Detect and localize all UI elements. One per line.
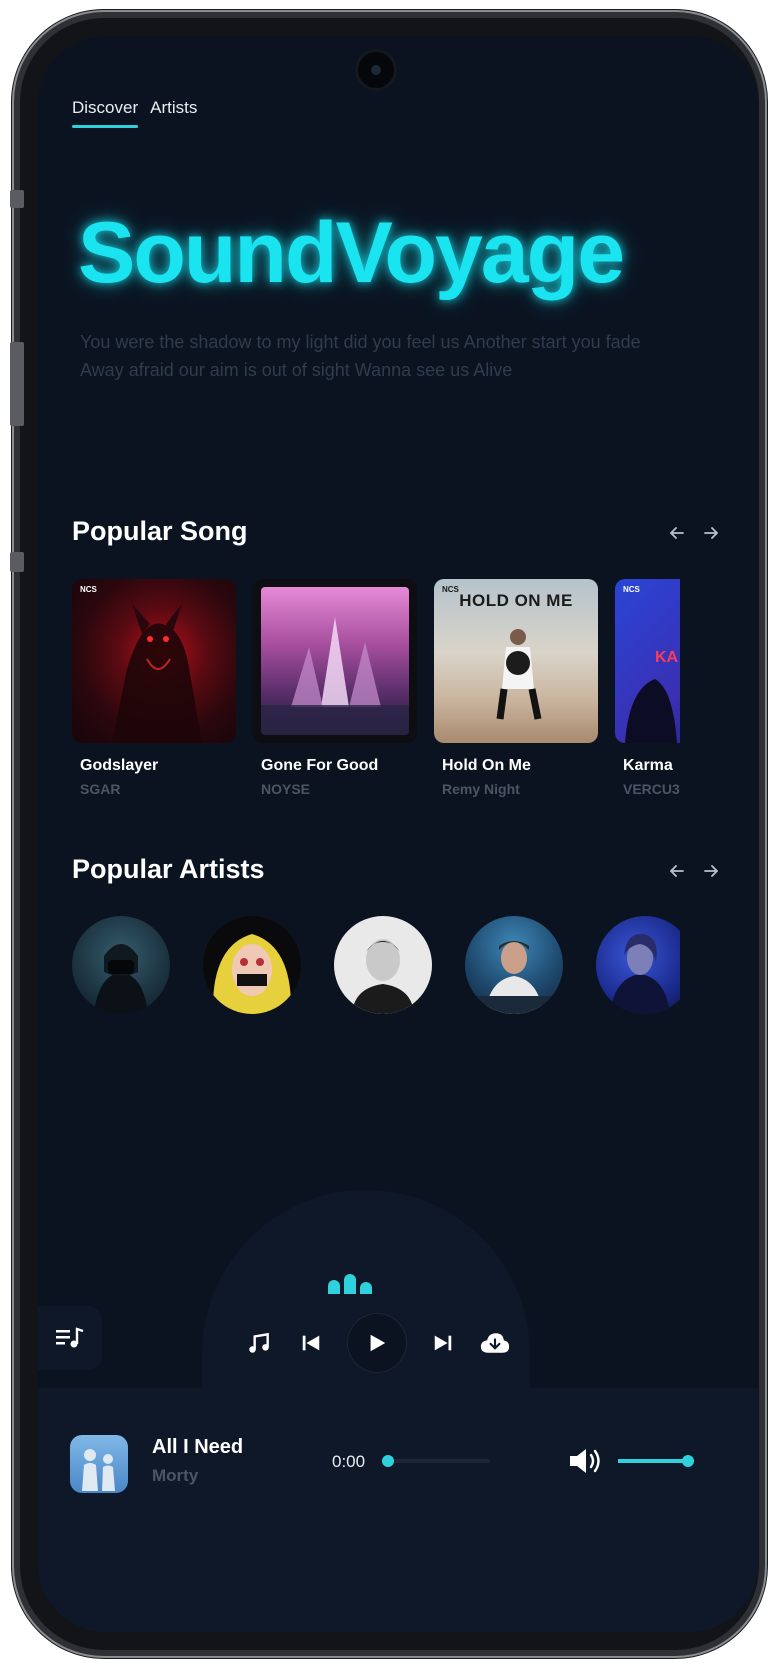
top-tabs: Discover Artists bbox=[72, 98, 197, 128]
tab-discover[interactable]: Discover bbox=[72, 98, 139, 128]
song-cover-art bbox=[261, 587, 409, 735]
phone-side-button bbox=[10, 552, 24, 572]
now-playing-title: All I Need bbox=[152, 1436, 244, 1458]
artist-avatar[interactable] bbox=[72, 916, 170, 1014]
popular-songs-carousel: NCS Godslayer SGAR Gone For Good NOYSE N… bbox=[72, 579, 680, 819]
music-note-icon bbox=[249, 1332, 269, 1353]
song-title: Gone For Good bbox=[261, 757, 379, 774]
artist-avatar[interactable] bbox=[465, 916, 563, 1014]
playback-time: 0:00 bbox=[332, 1452, 366, 1471]
song-carousel-arrows bbox=[670, 526, 718, 540]
front-camera bbox=[358, 52, 394, 88]
download-button[interactable] bbox=[480, 1328, 510, 1358]
app-screen: Discover Artists SoundVoyage You were th… bbox=[38, 36, 758, 1632]
figure-artwork bbox=[625, 679, 677, 743]
skip-next-icon bbox=[434, 1335, 452, 1351]
eq-bar bbox=[328, 1280, 340, 1294]
now-playing-bar bbox=[38, 1388, 758, 1632]
play-button[interactable] bbox=[348, 1314, 406, 1372]
arrow-left-icon[interactable] bbox=[670, 864, 684, 878]
bw-artist-portrait bbox=[352, 939, 414, 1014]
song-title: Hold On Me bbox=[442, 757, 531, 774]
song-cover: NCS bbox=[72, 579, 236, 743]
song-card[interactable]: NCS Godslayer SGAR bbox=[72, 579, 236, 797]
phone-side-button bbox=[10, 190, 24, 208]
artist-carousel-arrows bbox=[670, 864, 718, 878]
masked-artist-portrait bbox=[94, 944, 148, 1014]
previous-button[interactable] bbox=[296, 1328, 326, 1358]
volume-fill bbox=[618, 1459, 688, 1463]
artist-avatar[interactable] bbox=[203, 916, 301, 1014]
blonde-artist-portrait bbox=[212, 934, 292, 1014]
eq-bar bbox=[360, 1282, 372, 1294]
song-title: Karma bbox=[623, 757, 673, 774]
popular-song-title: Popular Song bbox=[72, 516, 248, 546]
blue-artist-portrait bbox=[610, 933, 670, 1014]
cloud-download-icon bbox=[480, 1333, 510, 1353]
progress-knob[interactable] bbox=[382, 1455, 394, 1467]
song-title: Godslayer bbox=[80, 757, 159, 774]
volume-knob[interactable] bbox=[682, 1455, 694, 1467]
hero-lyrics: You were the shadow to my light did you … bbox=[80, 328, 680, 384]
song-cover: NCS KA bbox=[615, 579, 680, 743]
song-cover bbox=[253, 579, 417, 743]
popular-artists-carousel bbox=[72, 916, 680, 1016]
song-artist: SGAR bbox=[80, 781, 121, 797]
dj-artist-portrait bbox=[475, 941, 553, 1014]
eq-bar bbox=[344, 1274, 356, 1294]
next-button[interactable] bbox=[428, 1328, 458, 1358]
demon-artwork bbox=[112, 604, 202, 743]
arrow-right-icon[interactable] bbox=[704, 526, 718, 540]
queue-button[interactable] bbox=[38, 1306, 102, 1370]
play-icon bbox=[370, 1334, 386, 1352]
volume-slider[interactable] bbox=[618, 1455, 694, 1467]
song-card[interactable]: Gone For Good NOYSE bbox=[253, 579, 417, 797]
now-playing-cover[interactable] bbox=[70, 1435, 128, 1493]
arrow-right-icon[interactable] bbox=[704, 864, 718, 878]
lyrics-line: Away afraid our aim is out of sight Wann… bbox=[80, 360, 513, 380]
equalizer-icon bbox=[328, 1274, 372, 1294]
song-cover: NCS HOLD ON ME bbox=[434, 579, 598, 743]
now-playing-artwork bbox=[82, 1449, 115, 1491]
popular-artists-title: Popular Artists bbox=[72, 854, 265, 884]
lyrics-line: You were the shadow to my light did you … bbox=[80, 332, 641, 352]
crystal-artwork bbox=[261, 617, 409, 735]
song-card[interactable]: NCS KA Karma VERCU3 bbox=[615, 579, 680, 797]
person-artwork bbox=[496, 629, 542, 720]
artist-avatar[interactable] bbox=[334, 916, 432, 1014]
song-artist: VERCU3 bbox=[623, 781, 680, 797]
hero-title: SoundVoyage bbox=[78, 205, 625, 301]
music-note-button[interactable] bbox=[244, 1328, 274, 1358]
song-artist: Remy Night bbox=[442, 781, 520, 797]
artist-avatar[interactable] bbox=[596, 916, 680, 1014]
arrow-left-icon[interactable] bbox=[670, 526, 684, 540]
skip-previous-icon bbox=[302, 1335, 320, 1351]
song-card[interactable]: NCS HOLD ON ME Hold On Me Remy Night bbox=[434, 579, 598, 797]
tab-artists[interactable]: Artists bbox=[150, 98, 197, 128]
now-playing-artist: Morty bbox=[152, 1466, 199, 1485]
progress-slider[interactable] bbox=[382, 1455, 490, 1467]
phone-side-button bbox=[10, 342, 24, 426]
volume-icon[interactable] bbox=[568, 1446, 604, 1476]
playback-controls bbox=[244, 1314, 510, 1372]
song-artist: NOYSE bbox=[261, 781, 311, 797]
playlist-icon bbox=[56, 1327, 84, 1348]
